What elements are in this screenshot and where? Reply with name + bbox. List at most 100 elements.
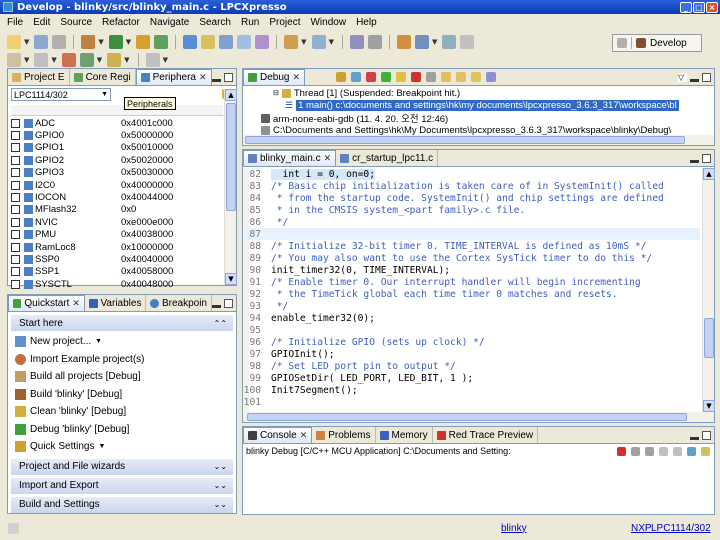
code-line[interactable]: 82 int i = 0, on=0;	[243, 168, 700, 180]
new-project-icon[interactable]	[183, 35, 198, 49]
peripheral-scrollbar[interactable]: ▲ ▼	[224, 89, 237, 285]
start-here-header[interactable]: Start here ⌃⌃	[11, 315, 233, 331]
code-line[interactable]: 96 /* Initialize GPIO (sets up clock) */	[243, 336, 700, 348]
perspective-switcher[interactable]: Develop	[612, 34, 702, 52]
code-line[interactable]: 87	[243, 228, 700, 240]
pin-console-icon[interactable]	[673, 446, 682, 456]
section-build-settings[interactable]: Build and Settings ⌄⌄	[11, 496, 233, 513]
console-output[interactable]	[243, 461, 714, 514]
peripheral-row[interactable]: GPIO3 0x50030000	[11, 167, 223, 179]
close-tab-icon[interactable]: ✕	[199, 72, 207, 83]
tab-project-explorer[interactable]: Project E	[8, 69, 70, 85]
peripheral-row[interactable]: MFlash32 0x0	[11, 204, 223, 216]
code-line[interactable]: 88 /* Initialize 32-bit timer 0. TIME_INT…	[243, 240, 700, 252]
display-console-icon[interactable]	[687, 446, 696, 456]
terminate-relaunch-icon[interactable]	[366, 72, 377, 82]
new-icon[interactable]	[7, 35, 21, 49]
code-line[interactable]: 84 * from the startup code. SystemInit()…	[243, 192, 700, 204]
peripheral-checkbox[interactable]	[11, 180, 20, 190]
debug-icon[interactable]	[108, 35, 123, 49]
terminate-icon[interactable]	[411, 72, 422, 82]
maximize-view-icon[interactable]	[702, 153, 711, 163]
next-annotation-icon[interactable]	[367, 35, 382, 49]
maximize-view-icon[interactable]	[702, 430, 711, 440]
tab-quickstart[interactable]: Quickstart ✕	[8, 295, 85, 311]
tab-memory[interactable]: Memory	[376, 427, 433, 443]
peripheral-checkbox[interactable]	[11, 254, 20, 264]
code-line[interactable]: 101	[243, 396, 700, 408]
prev-annotation-icon[interactable]	[349, 35, 364, 49]
code-line[interactable]: 93 */	[243, 300, 700, 312]
menu-file[interactable]: File	[2, 17, 28, 28]
peripheral-checkbox[interactable]	[11, 155, 20, 165]
peripheral-row[interactable]: SSP1 0x40058000	[11, 266, 223, 278]
peripheral-checkbox[interactable]	[11, 131, 20, 141]
new-class-icon[interactable]	[219, 35, 234, 49]
section-import-export[interactable]: Import and Export ⌄⌄	[11, 477, 233, 494]
maximize-view-icon[interactable]	[702, 72, 711, 82]
open-perspective-icon[interactable]	[617, 38, 627, 48]
menu-project[interactable]: Project	[264, 17, 305, 28]
menu-run[interactable]: Run	[236, 17, 264, 28]
fast-view-icon[interactable]	[8, 522, 19, 534]
tab-problems[interactable]: Problems	[312, 427, 376, 443]
code-editor[interactable]: 82 int i = 0, on=0; 83/* Basic chip initi…	[243, 168, 700, 412]
maximize-view-icon[interactable]	[224, 72, 233, 82]
peripheral-checkbox[interactable]	[11, 279, 20, 289]
minimize-view-icon[interactable]	[690, 436, 699, 440]
quickstart-clean-blinky[interactable]: Clean 'blinky' [Debug]	[11, 403, 233, 421]
minimize-view-icon[interactable]	[212, 78, 221, 82]
new-header-icon[interactable]	[255, 35, 270, 49]
maximize-button[interactable]: □	[693, 1, 705, 13]
terminate-icon[interactable]	[617, 446, 626, 456]
code-line[interactable]: 85 * in the CMSIS system_<part family>.c…	[243, 204, 700, 216]
editor-hscrollbar[interactable]	[243, 412, 714, 422]
editor-vscrollbar[interactable]: ▲ ▼	[702, 168, 715, 412]
close-tab-icon[interactable]: ✕	[292, 72, 300, 83]
search-icon[interactable]	[311, 35, 326, 49]
code-line[interactable]: 98 /* Set LED port pin to output */	[243, 360, 700, 372]
chevron-down-icon[interactable]: ▼	[95, 338, 102, 345]
menu-window[interactable]: Window	[305, 17, 351, 28]
suspend-icon[interactable]	[396, 72, 407, 82]
home-icon[interactable]	[396, 35, 411, 49]
peripheral-checkbox[interactable]	[11, 168, 20, 178]
peripheral-row[interactable]: I2C0 0x40000000	[11, 179, 223, 191]
tab-peripherals[interactable]: Periphera ✕	[135, 69, 212, 85]
quickstart-import-example[interactable]: Import Example project(s)	[11, 351, 233, 369]
peripheral-checkbox[interactable]	[11, 217, 20, 227]
run-icon[interactable]	[79, 53, 94, 67]
status-part[interactable]: LPC1114/302	[651, 523, 711, 534]
clear-console-icon[interactable]	[645, 446, 654, 456]
build-icon[interactable]	[81, 35, 96, 49]
peripheral-row[interactable]: SSP0 0x40040000	[11, 253, 223, 265]
tab-variables[interactable]: Variables	[85, 295, 147, 311]
peripheral-row[interactable]: GPIO1 0x50010000	[11, 142, 223, 154]
remove-launch-icon[interactable]	[631, 446, 640, 456]
new-file-icon[interactable]	[237, 35, 252, 49]
connect-icon[interactable]	[351, 72, 362, 82]
step-into-icon[interactable]	[441, 72, 452, 82]
minimize-view-icon[interactable]	[690, 159, 699, 163]
code-line[interactable]: 95	[243, 324, 700, 336]
tab-core-registers[interactable]: Core Regi	[70, 69, 136, 85]
debug-hscrollbar[interactable]	[243, 135, 714, 145]
menu-refactor[interactable]: Refactor	[97, 17, 145, 28]
menu-search[interactable]: Search	[194, 17, 236, 28]
resume-icon[interactable]	[381, 72, 392, 82]
print-icon[interactable]	[52, 35, 67, 49]
menu-help[interactable]: Help	[351, 17, 382, 28]
collapse-chevron-icon[interactable]: ⌃⌃	[214, 319, 227, 328]
quickstart-debug-blinky[interactable]: Debug 'blinky' [Debug]	[11, 421, 233, 439]
peripheral-row[interactable]: PMU 0x40038000	[11, 229, 223, 241]
stack-frame-row[interactable]: ☰ 1 main() c:\documents and settings\hk\…	[273, 100, 714, 113]
tools-icon[interactable]	[136, 35, 151, 49]
bug-icon[interactable]	[154, 35, 169, 49]
quickstart-build-all[interactable]: Build all projects [Debug]	[11, 368, 233, 386]
step-return-icon[interactable]	[471, 72, 482, 82]
status-vendor[interactable]: NXP	[631, 523, 652, 534]
expand-chevron-icon[interactable]: ⌄⌄	[214, 481, 227, 490]
external-tools-icon[interactable]	[107, 53, 122, 67]
code-line[interactable]: 97 GPIOInit();	[243, 348, 700, 360]
close-tab-icon[interactable]: ✕	[300, 430, 308, 441]
